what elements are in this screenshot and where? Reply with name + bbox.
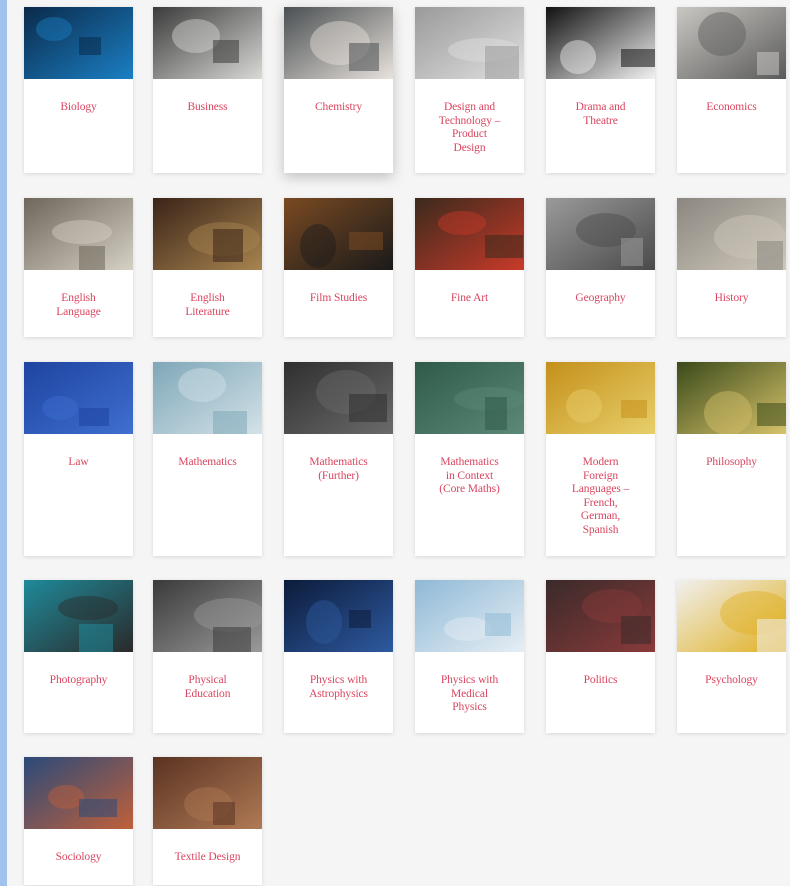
subject-card-modern-foreign-languages-french-german-spanish[interactable]: Modern Foreign Languages – French, Germa… xyxy=(546,362,655,556)
magnifier-faces-image[interactable] xyxy=(24,757,133,829)
globe-map-image[interactable] xyxy=(546,362,655,434)
subject-label[interactable]: Drama and Theatre xyxy=(552,101,649,128)
camera-lens-image[interactable] xyxy=(24,580,133,652)
subject-label[interactable]: Philosophy xyxy=(683,456,780,470)
subject-card-design-and-technology-product-design[interactable]: Design and Technology – Product Design xyxy=(415,7,524,173)
subject-card-philosophy[interactable]: Philosophy xyxy=(677,362,786,556)
numbers-pile-image[interactable] xyxy=(153,362,262,434)
subject-card-psychology[interactable]: Psychology xyxy=(677,580,786,733)
subject-card-english-literature[interactable]: English Literature xyxy=(153,198,262,337)
calculator-image[interactable] xyxy=(677,7,786,79)
subject-label[interactable]: Physics with Medical Physics xyxy=(421,674,518,715)
subject-label[interactable]: English Literature xyxy=(159,292,256,319)
subject-label[interactable]: Film Studies xyxy=(290,292,387,306)
observatory-image[interactable] xyxy=(284,580,393,652)
subject-card-politics[interactable]: Politics xyxy=(546,580,655,733)
subject-label[interactable]: Mathematics xyxy=(159,456,256,470)
subject-card-physics-with-astrophysics[interactable]: Physics with Astrophysics xyxy=(284,580,393,733)
lady-justice-image[interactable] xyxy=(24,362,133,434)
subject-label[interactable]: Textile Design xyxy=(159,851,256,865)
subject-card-drama-and-theatre[interactable]: Drama and Theatre xyxy=(546,7,655,173)
ancient-wall-image[interactable] xyxy=(677,198,786,270)
dress-mannequin-image[interactable] xyxy=(153,757,262,829)
subject-card-geography[interactable]: Geography xyxy=(546,198,655,337)
subject-card-law[interactable]: Law xyxy=(24,362,133,556)
subject-card-textile-design[interactable]: Textile Design xyxy=(153,757,262,885)
subject-card-mathematics-further[interactable]: Mathematics (Further) xyxy=(284,362,393,556)
paint-supplies-image[interactable] xyxy=(415,198,524,270)
subject-label[interactable]: Geography xyxy=(552,292,649,306)
scientist-pipette-image[interactable] xyxy=(284,7,393,79)
subject-label[interactable]: Chemistry xyxy=(290,101,387,115)
world-map-image[interactable] xyxy=(546,198,655,270)
subject-card-english-language[interactable]: English Language xyxy=(24,198,133,337)
subject-card-mathematics-in-context-core-maths[interactable]: Mathematics in Context (Core Maths) xyxy=(415,362,524,556)
subjects-grid: Biology Business Chemistry Design and Techn… xyxy=(0,0,790,886)
subject-card-business[interactable]: Business xyxy=(153,7,262,173)
subject-label[interactable]: Economics xyxy=(683,101,780,115)
subject-label[interactable]: Sociology xyxy=(30,851,127,865)
subject-card-physics-with-medical-physics[interactable]: Physics with Medical Physics xyxy=(415,580,524,733)
subject-label[interactable]: History xyxy=(683,292,780,306)
subject-label[interactable]: Physical Education xyxy=(159,674,256,701)
subject-card-film-studies[interactable]: Film Studies xyxy=(284,198,393,337)
subject-card-photography[interactable]: Photography xyxy=(24,580,133,733)
reading-book-image[interactable] xyxy=(677,362,786,434)
subject-label[interactable]: Modern Foreign Languages – French, Germa… xyxy=(552,456,649,538)
subject-card-physical-education[interactable]: Physical Education xyxy=(153,580,262,733)
subject-card-sociology[interactable]: Sociology xyxy=(24,757,133,885)
subject-label[interactable]: Politics xyxy=(552,674,649,688)
subject-label[interactable]: English Language xyxy=(30,292,127,319)
protest-sign-image[interactable] xyxy=(546,580,655,652)
subject-label[interactable]: Mathematics in Context (Core Maths) xyxy=(421,456,518,497)
subject-label[interactable]: Mathematics (Further) xyxy=(290,456,387,483)
subject-label[interactable]: Law xyxy=(30,456,127,470)
green-chalkboard-image[interactable] xyxy=(415,362,524,434)
subject-label[interactable]: Design and Technology – Product Design xyxy=(421,101,518,155)
subject-card-biology[interactable]: Biology xyxy=(24,7,133,173)
subject-card-economics[interactable]: Economics xyxy=(677,7,786,173)
mri-scanner-image[interactable] xyxy=(415,580,524,652)
chalkboard-equations-image[interactable] xyxy=(284,362,393,434)
head-silhouette-image[interactable] xyxy=(677,580,786,652)
dictionary-page-image[interactable] xyxy=(24,198,133,270)
old-books-image[interactable] xyxy=(153,198,262,270)
subject-label[interactable]: Psychology xyxy=(683,674,780,688)
theatre-masks-image[interactable] xyxy=(546,7,655,79)
subject-label[interactable]: Physics with Astrophysics xyxy=(290,674,387,701)
subject-label[interactable]: Fine Art xyxy=(421,292,518,306)
technical-drawing-image[interactable] xyxy=(415,7,524,79)
subject-label[interactable]: Business xyxy=(159,101,256,115)
subject-card-chemistry[interactable]: Chemistry xyxy=(284,7,393,173)
runners-race-image[interactable] xyxy=(153,580,262,652)
subject-card-fine-art[interactable]: Fine Art xyxy=(415,198,524,337)
dna-helix-image[interactable] xyxy=(24,7,133,79)
laptop-meeting-image[interactable] xyxy=(153,7,262,79)
subject-card-mathematics[interactable]: Mathematics xyxy=(153,362,262,556)
subject-card-history[interactable]: History xyxy=(677,198,786,337)
clapperboard-image[interactable] xyxy=(284,198,393,270)
subject-label[interactable]: Biology xyxy=(30,101,127,115)
subject-label[interactable]: Photography xyxy=(30,674,127,688)
